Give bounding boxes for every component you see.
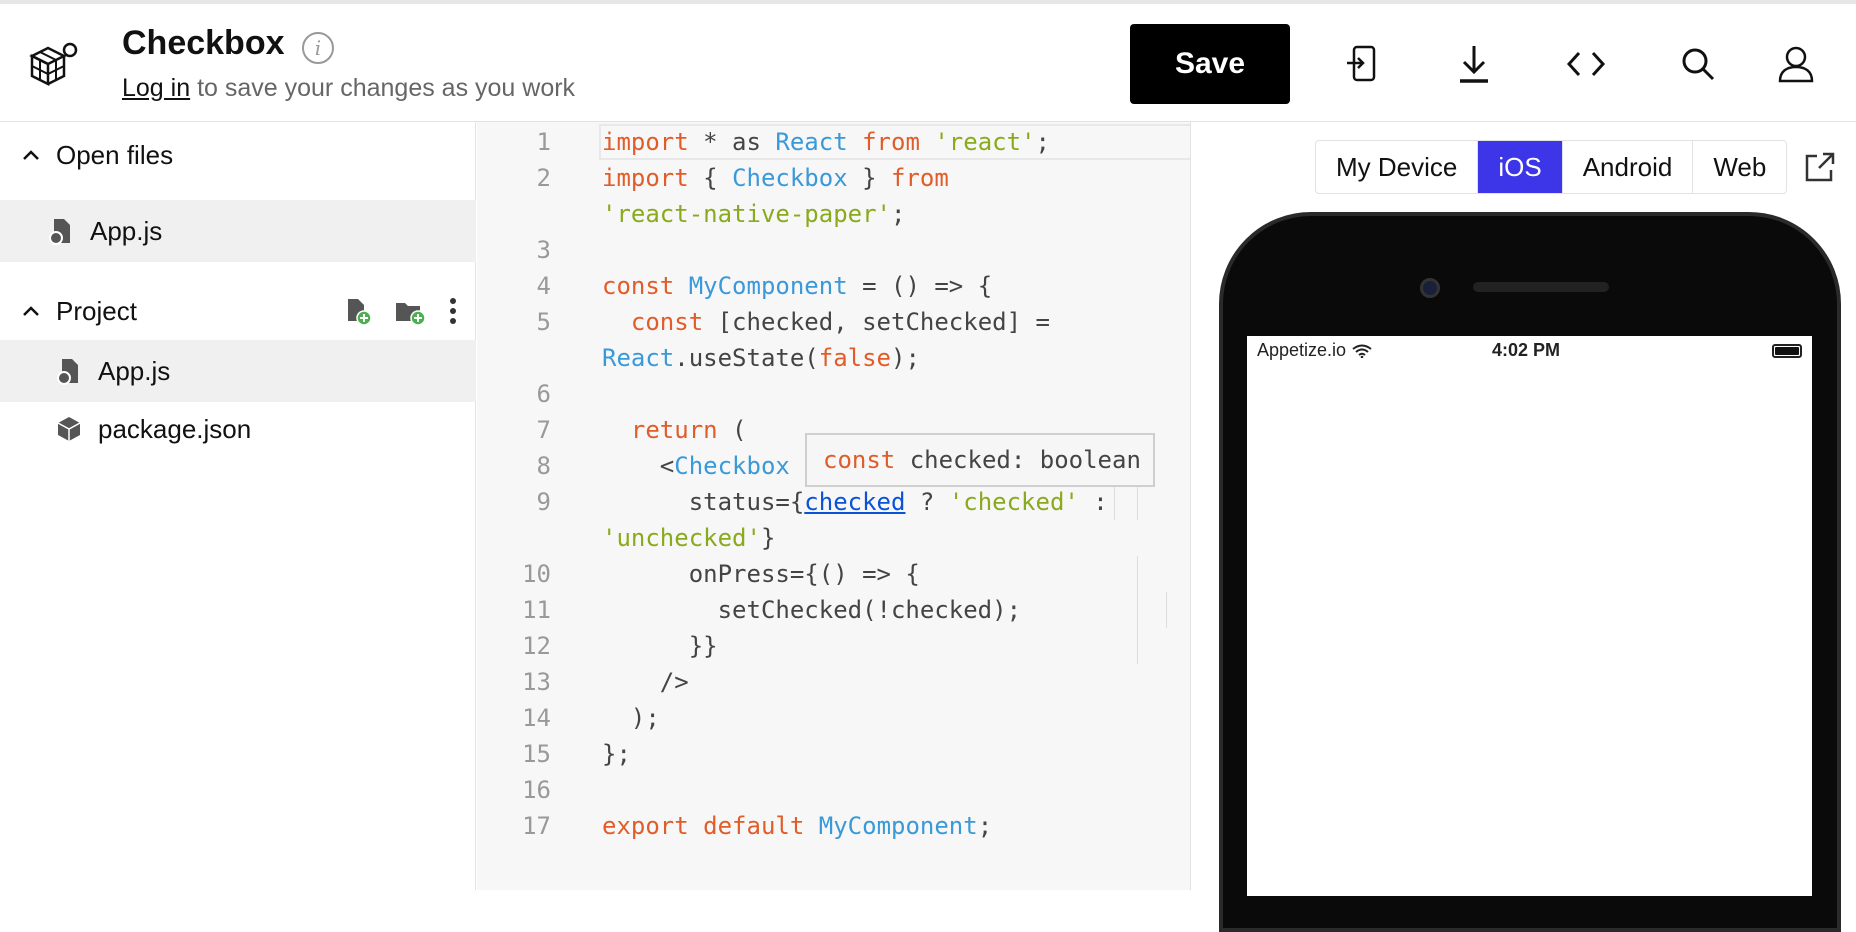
line-number: 13 [522, 668, 551, 696]
external-link-icon[interactable] [1803, 150, 1837, 184]
code-line: onPress={() => { [602, 560, 920, 588]
device-screen[interactable]: Appetize.io 4:02 PM [1247, 336, 1812, 896]
code-line: setChecked(!checked); [602, 596, 1022, 624]
line-number: 1 [536, 128, 551, 156]
line-number: 6 [536, 380, 551, 408]
open-file-name: App.js [90, 215, 163, 246]
code-line: const MyComponent = () => { [602, 272, 993, 300]
search-icon[interactable] [1676, 42, 1720, 86]
open-in-device-icon[interactable] [1340, 42, 1384, 86]
code-line: /> [602, 668, 689, 696]
speaker-grille [1473, 282, 1609, 292]
package-box-icon [57, 417, 81, 441]
line-number: 9 [536, 488, 551, 516]
code-line: React.useState(false); [602, 344, 920, 372]
page-title: Checkbox [122, 24, 285, 62]
login-prompt-text: to save your changes as you work [190, 74, 576, 102]
tab-web[interactable]: Web [1693, 141, 1786, 193]
open-file-item[interactable]: App.js [0, 200, 476, 262]
line-number: 15 [522, 740, 551, 768]
line-number: 11 [522, 596, 551, 624]
line-number: 7 [536, 416, 551, 444]
line-number: 2 [536, 164, 551, 192]
save-button[interactable]: Save [1130, 24, 1290, 104]
code-line: }; [602, 740, 631, 768]
project-file-name: package.json [98, 413, 252, 444]
indent-guide [1137, 556, 1138, 664]
carrier: Appetize.io [1257, 340, 1372, 361]
line-number: 8 [536, 452, 551, 480]
code-line: import * as React from 'react'; [602, 128, 1050, 156]
chevron-up-icon [23, 306, 39, 316]
platform-selector: My Device iOS Android Web [1315, 140, 1788, 194]
device-preview: My Device iOS Android Web Appetize.io 4:… [1190, 122, 1856, 932]
carrier-name: Appetize.io [1257, 340, 1347, 360]
expo-snack-logo-icon[interactable] [28, 40, 80, 92]
line-number: 14 [522, 704, 551, 732]
login-prompt: Log in to save your changes as you work [122, 74, 575, 103]
download-icon[interactable] [1452, 42, 1496, 86]
add-file-icon[interactable] [344, 297, 372, 325]
js-file-icon [49, 219, 70, 245]
tooltip-keyword: const [823, 446, 896, 474]
chevron-up-icon [23, 150, 39, 160]
line-number: 12 [522, 632, 551, 660]
tab-my-device[interactable]: My Device [1316, 141, 1479, 193]
open-files-header[interactable]: Open files [0, 124, 476, 186]
code-line: }} [602, 632, 718, 660]
project-file-name: App.js [98, 355, 171, 386]
info-icon[interactable]: i [302, 32, 334, 64]
code-line: 'react-native-paper'; [602, 200, 906, 228]
tab-ios[interactable]: iOS [1478, 141, 1563, 193]
battery-icon [1772, 344, 1802, 358]
project-file-item[interactable]: package.json [0, 398, 476, 460]
line-number: 3 [536, 236, 551, 264]
indent-guide [1166, 592, 1167, 628]
project-actions [344, 296, 458, 326]
code-line: <Checkbox [602, 452, 790, 480]
code-line: 'unchecked'} [602, 524, 776, 552]
line-number: 17 [522, 812, 551, 840]
code-line: import { Checkbox } from [602, 164, 949, 192]
file-sidebar: Open files App.js Project App.js package… [0, 122, 476, 890]
status-time: 4:02 PM [1492, 340, 1561, 360]
indent-guide [1137, 484, 1138, 520]
line-number: 16 [522, 776, 551, 804]
hover-tooltip: const checked: boolean [805, 433, 1155, 487]
more-options-icon[interactable] [448, 296, 458, 326]
add-folder-icon[interactable] [394, 297, 426, 325]
tooltip-type-info: checked: boolean [895, 446, 1141, 474]
login-link[interactable]: Log in [122, 74, 190, 102]
iphone-frame: Appetize.io 4:02 PM [1219, 212, 1841, 932]
user-account-icon[interactable] [1774, 42, 1818, 86]
code-line: export default MyComponent; [602, 812, 993, 840]
code-editor[interactable]: 1 2 3 4 5 6 7 8 9 10 11 12 13 14 15 16 1… [477, 122, 1190, 890]
code-line: return ( [630, 416, 747, 444]
code-line: const [checked, setChecked] = [630, 308, 1050, 336]
app-header: Checkbox i Log in to save your changes a… [0, 4, 1856, 122]
js-file-icon [57, 359, 78, 385]
open-files-label: Open files [56, 139, 174, 170]
line-number: 4 [536, 272, 551, 300]
line-number: 10 [522, 560, 551, 588]
embed-code-icon[interactable] [1564, 42, 1608, 86]
tab-android[interactable]: Android [1563, 141, 1694, 193]
project-file-item[interactable]: App.js [0, 340, 476, 402]
camera-icon [1420, 278, 1440, 298]
code-line: ); [602, 704, 660, 732]
ios-status-bar: Appetize.io 4:02 PM [1247, 336, 1812, 364]
code-line: status={checked ? 'checked' : [602, 488, 1108, 516]
line-number: 5 [536, 308, 551, 336]
wifi-icon [1352, 344, 1372, 358]
project-header[interactable]: Project [0, 280, 476, 342]
project-label: Project [56, 295, 137, 326]
